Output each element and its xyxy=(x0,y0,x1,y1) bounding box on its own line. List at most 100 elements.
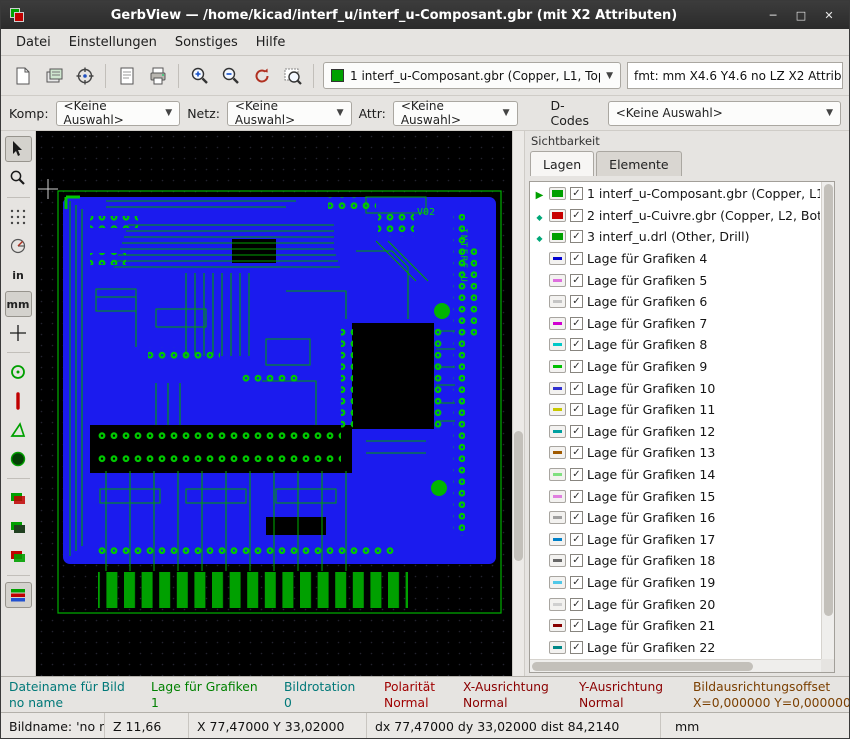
layer-color-swatch[interactable] xyxy=(549,619,566,632)
layer-row[interactable]: 1 interf_u-Composant.gbr (Copper, L1, T xyxy=(531,183,820,205)
layer-color-swatch[interactable] xyxy=(549,252,566,265)
active-layer-select[interactable]: 1 interf_u-Composant.gbr (Copper, L1, To… xyxy=(323,62,621,89)
select-tool-button[interactable] xyxy=(5,136,32,162)
layer-row[interactable]: Lage für Grafiken 22 xyxy=(531,636,820,658)
layer-visibility-checkbox[interactable] xyxy=(570,382,583,395)
sketch-polygons-button[interactable] xyxy=(5,417,32,443)
menu-item[interactable]: Sonstiges xyxy=(166,31,247,54)
layer-row[interactable]: Lage für Grafiken 19 xyxy=(531,572,820,594)
layer-visibility-checkbox[interactable] xyxy=(570,360,583,373)
tab-elemente[interactable]: Elemente xyxy=(596,151,681,176)
layer-row[interactable]: 3 interf_u.drl (Other, Drill) xyxy=(531,226,820,248)
layer-row[interactable]: Lage für Grafiken 9 xyxy=(531,356,820,378)
zoom-selection-button[interactable] xyxy=(5,165,32,191)
layer-visibility-checkbox[interactable] xyxy=(570,576,583,589)
layer-visibility-checkbox[interactable] xyxy=(570,511,583,524)
layer-visibility-checkbox[interactable] xyxy=(570,338,583,351)
layer-visibility-checkbox[interactable] xyxy=(570,533,583,546)
layer-visibility-checkbox[interactable] xyxy=(570,619,583,632)
layer-visibility-checkbox[interactable] xyxy=(570,274,583,287)
clear-all-layers-button[interactable] xyxy=(7,61,38,91)
layer-row[interactable]: Lage für Grafiken 10 xyxy=(531,377,820,399)
minimize-button[interactable]: ─ xyxy=(763,7,783,23)
layer-list-hscroll-thumb[interactable] xyxy=(532,662,753,671)
layer-list-vscroll-thumb[interactable] xyxy=(824,184,833,616)
grid-visibility-button[interactable] xyxy=(5,204,32,230)
close-button[interactable]: ✕ xyxy=(819,7,839,23)
page-settings-button[interactable] xyxy=(111,61,142,91)
layer-row[interactable]: Lage für Grafiken 21 xyxy=(531,615,820,637)
layer-color-swatch[interactable] xyxy=(549,533,566,546)
layer-visibility-checkbox[interactable] xyxy=(570,209,583,222)
layer-row[interactable]: Lage für Grafiken 14 xyxy=(531,464,820,486)
units-mm-button[interactable]: mm xyxy=(5,291,32,317)
layer-color-swatch[interactable] xyxy=(549,382,566,395)
layer-row[interactable]: Lage für Grafiken 15 xyxy=(531,485,820,507)
sketch-flashed-items-button[interactable] xyxy=(5,359,32,385)
layer-visibility-checkbox[interactable] xyxy=(570,230,583,243)
layer-color-swatch[interactable] xyxy=(549,274,566,287)
open-gerber-file-button[interactable] xyxy=(38,61,69,91)
zoom-in-button[interactable] xyxy=(184,61,215,91)
layer-row[interactable]: 2 interf_u-Cuivre.gbr (Copper, L2, Bot) xyxy=(531,205,820,227)
layer-color-swatch[interactable] xyxy=(549,403,566,416)
layer-row[interactable]: Lage für Grafiken 17 xyxy=(531,529,820,551)
menu-item[interactable]: Einstellungen xyxy=(60,31,166,54)
layer-color-swatch[interactable] xyxy=(549,360,566,373)
diff-mode-button[interactable] xyxy=(5,485,32,511)
layer-color-swatch[interactable] xyxy=(549,576,566,589)
layer-row[interactable]: Lage für Grafiken 4 xyxy=(531,248,820,270)
layer-row[interactable]: Lage für Grafiken 13 xyxy=(531,442,820,464)
tab-lagen[interactable]: Lagen xyxy=(530,151,594,176)
layer-visibility-checkbox[interactable] xyxy=(570,490,583,503)
layer-visibility-checkbox[interactable] xyxy=(570,295,583,308)
layer-row[interactable]: Lage für Grafiken 7 xyxy=(531,313,820,335)
zoom-fit-button[interactable] xyxy=(277,61,308,91)
layer-visibility-checkbox[interactable] xyxy=(570,187,583,200)
layer-visibility-checkbox[interactable] xyxy=(570,317,583,330)
cursor-shape-button[interactable] xyxy=(5,320,32,346)
layer-visibility-checkbox[interactable] xyxy=(570,554,583,567)
layer-visibility-checkbox[interactable] xyxy=(570,641,583,654)
layer-row[interactable]: Lage für Grafiken 5 xyxy=(531,269,820,291)
netz-select[interactable]: <Keine Auswahl> ▼ xyxy=(227,101,352,126)
layer-visibility-checkbox[interactable] xyxy=(570,425,583,438)
layer-visibility-checkbox[interactable] xyxy=(570,598,583,611)
layer-row[interactable]: Lage für Grafiken 6 xyxy=(531,291,820,313)
layer-color-swatch[interactable] xyxy=(549,209,566,222)
units-inches-button[interactable]: in xyxy=(5,262,32,288)
layer-color-swatch[interactable] xyxy=(549,446,566,459)
layer-color-swatch[interactable] xyxy=(549,295,566,308)
layer-color-swatch[interactable] xyxy=(549,641,566,654)
layer-color-swatch[interactable] xyxy=(549,468,566,481)
layer-color-swatch[interactable] xyxy=(549,598,566,611)
layer-color-swatch[interactable] xyxy=(549,230,566,243)
layer-visibility-checkbox[interactable] xyxy=(570,403,583,416)
layer-color-swatch[interactable] xyxy=(549,490,566,503)
show-negative-objects-button[interactable] xyxy=(5,446,32,472)
layer-visibility-checkbox[interactable] xyxy=(570,252,583,265)
menu-item[interactable]: Datei xyxy=(7,31,60,54)
menu-item[interactable]: Hilfe xyxy=(247,31,295,54)
komp-select[interactable]: <Keine Auswahl> ▼ xyxy=(56,101,181,126)
canvas-vertical-scrollbar-thumb[interactable] xyxy=(514,431,523,561)
layer-manager-toggle-button[interactable] xyxy=(5,582,32,608)
layer-row[interactable]: Lage für Grafiken 11 xyxy=(531,399,820,421)
zoom-out-button[interactable] xyxy=(215,61,246,91)
high-contrast-mode-button[interactable] xyxy=(5,514,32,540)
print-button[interactable] xyxy=(142,61,173,91)
sketch-lines-button[interactable] xyxy=(5,388,32,414)
layer-color-swatch[interactable] xyxy=(549,187,566,200)
layer-row[interactable]: Lage für Grafiken 8 xyxy=(531,334,820,356)
layer-color-swatch[interactable] xyxy=(549,511,566,524)
open-drill-file-button[interactable] xyxy=(69,61,100,91)
redraw-button[interactable] xyxy=(246,61,277,91)
layer-color-swatch[interactable] xyxy=(549,425,566,438)
layer-color-swatch[interactable] xyxy=(549,554,566,567)
layer-row[interactable]: Lage für Grafiken 12 xyxy=(531,421,820,443)
gerber-canvas[interactable]: V02 INTERF-U xyxy=(36,131,512,676)
layer-color-swatch[interactable] xyxy=(549,338,566,351)
polar-coordinates-button[interactable] xyxy=(5,233,32,259)
layer-row[interactable]: Lage für Grafiken 16 xyxy=(531,507,820,529)
show-dcodes-button[interactable] xyxy=(5,543,32,569)
